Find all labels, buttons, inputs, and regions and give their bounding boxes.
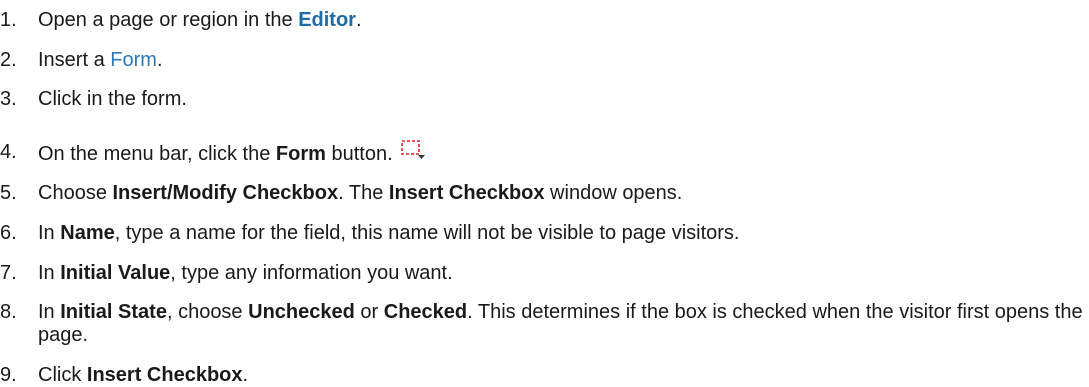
step-number: 2.	[0, 49, 17, 71]
step-text: Click Insert Checkbox.	[38, 364, 249, 386]
step-text: On the menu bar, click the Form button.	[38, 140, 1083, 168]
step-number: 3.	[0, 88, 17, 110]
step-text: Choose Insert/Modify Checkbox. The Inser…	[38, 182, 683, 204]
step-number: 9.	[0, 364, 17, 386]
step-text: In Name, type a name for the field, this…	[38, 222, 740, 244]
form-term: Form	[275, 142, 326, 165]
step-text: Click in the form.	[38, 88, 187, 110]
step-number: 5.	[0, 182, 17, 204]
step-number: 4.	[0, 141, 17, 163]
step-number: 7.	[0, 262, 17, 284]
step-number: 1.	[0, 9, 17, 31]
step-text: Open a page or region in the Editor.	[38, 9, 362, 31]
form-dashed-rect-icon	[399, 136, 426, 163]
step-number: 8.	[0, 301, 17, 323]
step-text: In Initial State, choose Unchecked or Ch…	[38, 301, 1083, 346]
step-text: In Initial Value, type any information y…	[38, 262, 453, 284]
editor-link[interactable]: Editor	[298, 9, 356, 31]
form-link[interactable]: Form	[110, 49, 157, 71]
step-number: 6.	[0, 222, 17, 244]
step-text: Insert a Form.	[38, 49, 163, 71]
